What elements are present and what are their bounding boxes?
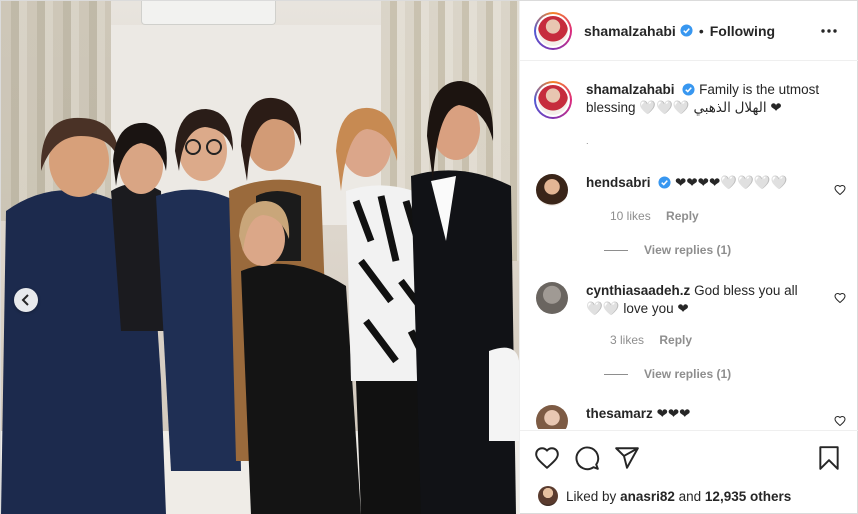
caption-username[interactable]: shamalzahabi: [586, 82, 675, 97]
comment-item: hendsabri ❤❤❤❤🤍🤍🤍🤍 10 likes Reply View r…: [534, 174, 854, 257]
comment-reply-button[interactable]: Reply: [659, 333, 692, 347]
following-button[interactable]: Following: [710, 23, 775, 39]
comment-like-icon[interactable]: [834, 415, 846, 427]
verified-badge-icon: [658, 176, 671, 189]
post-photo[interactable]: [1, 1, 519, 514]
caption-extra-mark: ˙: [586, 142, 590, 154]
comments-section[interactable]: shamalzahabi Family is the utmost blessi…: [520, 62, 858, 429]
author-username[interactable]: shamalzahabi: [584, 23, 676, 39]
verified-badge-icon: [680, 24, 693, 37]
likes-prefix: Liked by: [566, 488, 617, 504]
comment-icon[interactable]: [574, 445, 600, 471]
comment-username[interactable]: thesamarz: [586, 406, 653, 421]
comment-likes-count[interactable]: 10 likes: [610, 209, 651, 223]
post-side-panel: shamalzahabi • Following shamalzahabi Fa…: [519, 1, 858, 514]
comment-item: cynthiasaadeh.z God bless you all 🤍🤍 lov…: [534, 282, 854, 382]
previous-photo-button[interactable]: [14, 288, 38, 312]
caption-author-avatar[interactable]: [534, 81, 572, 119]
commenter-avatar[interactable]: [536, 282, 568, 314]
comment-username[interactable]: hendsabri: [586, 175, 651, 190]
comment-likes-count[interactable]: 3 likes: [610, 333, 644, 347]
comment-text: ❤❤❤: [656, 406, 691, 421]
liker-username[interactable]: anasri82: [620, 489, 675, 504]
more-options-button[interactable]: [818, 21, 840, 41]
commenter-avatar[interactable]: [536, 174, 568, 206]
more-horizontal-icon: [821, 29, 837, 33]
liker-avatar[interactable]: [538, 486, 558, 506]
chevron-left-icon: [21, 294, 29, 306]
comment-item: thesamarz ❤❤❤: [534, 405, 854, 429]
commenter-avatar[interactable]: [536, 405, 568, 429]
post-actions-bar: [520, 430, 858, 486]
comment-text: ❤❤❤❤🤍🤍🤍🤍: [675, 175, 788, 190]
likes-and: and: [678, 488, 702, 504]
comment-username[interactable]: cynthiasaadeh.z: [586, 283, 690, 298]
likes-others-count[interactable]: 12,935 others: [705, 489, 791, 504]
heart-outline-icon[interactable]: [534, 445, 560, 471]
comment-like-icon[interactable]: [834, 184, 846, 196]
verified-badge-icon: [682, 83, 695, 96]
view-replies-button[interactable]: View replies (1): [604, 243, 731, 257]
photo-people-illustration: [1, 81, 519, 514]
paper-plane-icon[interactable]: [614, 445, 640, 471]
likes-summary: Liked by anasri82 and 12,935 others: [538, 486, 791, 506]
bookmark-icon[interactable]: [816, 445, 842, 471]
author-avatar[interactable]: [534, 11, 572, 50]
comment-reply-button[interactable]: Reply: [666, 209, 699, 223]
post-caption: shamalzahabi Family is the utmost blessi…: [534, 81, 834, 119]
author-avatar-image: [538, 15, 568, 46]
post-header: shamalzahabi • Following: [520, 1, 858, 61]
instagram-post: shamalzahabi • Following shamalzahabi Fa…: [0, 0, 858, 514]
header-dot-separator: •: [698, 22, 704, 39]
view-replies-button[interactable]: View replies (1): [604, 367, 731, 381]
comment-like-icon[interactable]: [834, 292, 846, 304]
